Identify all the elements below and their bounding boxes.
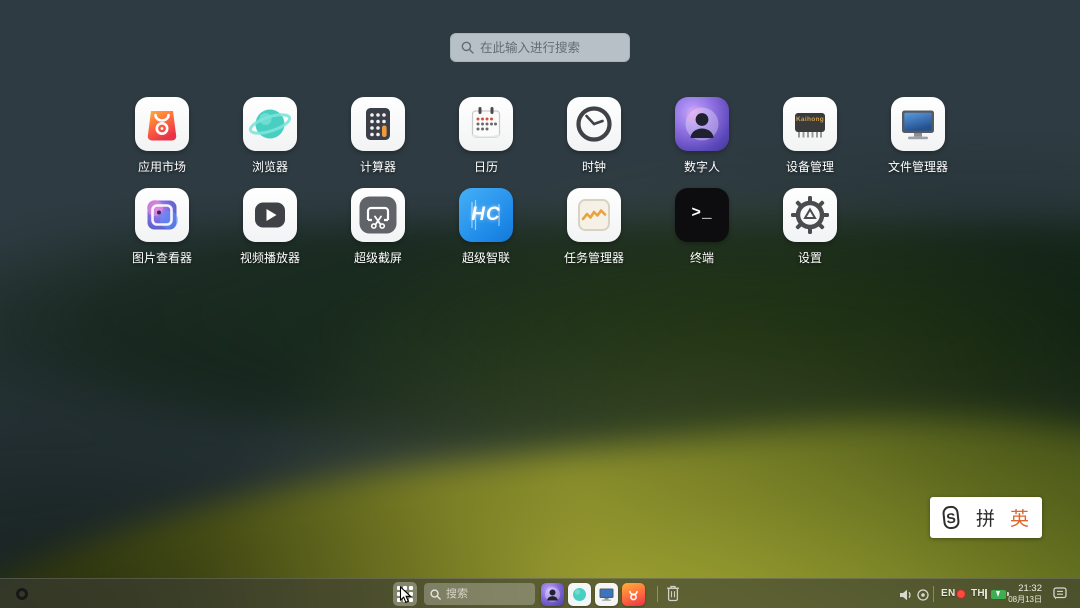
- planet-icon: [243, 97, 297, 151]
- clock-icon: [567, 97, 621, 151]
- app-label: 设置: [798, 249, 822, 266]
- search-icon: [430, 589, 441, 600]
- digital-human-icon[interactable]: [541, 583, 564, 606]
- ime-status-badge[interactable]: S 拼 英: [930, 497, 1042, 538]
- app-label: 超级截屏: [354, 249, 402, 266]
- notification-icon[interactable]: [1053, 587, 1067, 605]
- app-tile-digital-human[interactable]: 数字人: [648, 97, 756, 188]
- search-icon: [461, 41, 474, 54]
- calendar-icon: [459, 97, 513, 151]
- taskbar-search-input[interactable]: [446, 588, 529, 600]
- app-tile-super-connect[interactable]: HC 超级智联: [432, 188, 540, 279]
- taskbar: EN TH 21:32 08月13日: [0, 578, 1080, 608]
- hc-logo-icon: HC: [459, 188, 513, 242]
- app-tile-clock[interactable]: 时钟: [540, 97, 648, 188]
- tray-secondary-indicator[interactable]: TH: [971, 588, 985, 599]
- app-tile-calendar[interactable]: 日历: [432, 97, 540, 188]
- app-label: 应用市场: [138, 158, 186, 175]
- app-grid-row-2: 图片查看器 视频播放器: [108, 188, 972, 279]
- app-label: 设备管理: [786, 158, 834, 175]
- taskbar-divider: [657, 586, 658, 602]
- app-tile-video-player[interactable]: 视频播放器: [216, 188, 324, 279]
- terminal-prompt-glyph: >_: [691, 204, 712, 226]
- record-circle-icon[interactable]: [917, 588, 929, 606]
- app-tile-super-screenshot[interactable]: 超级截屏: [324, 188, 432, 279]
- app-tile-settings[interactable]: 设置: [756, 188, 864, 279]
- app-tile-file-manager[interactable]: 文件管理器: [864, 97, 972, 188]
- app-tile-browser[interactable]: 浏览器: [216, 97, 324, 188]
- clock-widget[interactable]: 21:32 08月13日: [1004, 583, 1042, 605]
- wallpaper-vignette: [0, 0, 1080, 608]
- app-tile-app-market[interactable]: 应用市场: [108, 97, 216, 188]
- tray-secondary-bar: [985, 589, 987, 599]
- app-label: 超级智联: [462, 249, 510, 266]
- charging-bolt-icon: [996, 591, 1000, 597]
- app-tile-image-viewer[interactable]: 图片查看器: [108, 188, 216, 279]
- ime-pinyin-label: 拼: [976, 504, 995, 531]
- recording-indicator-icon[interactable]: [956, 589, 966, 599]
- mouse-cursor: [399, 586, 413, 604]
- app-tile-terminal[interactable]: >_ 终端: [648, 188, 756, 279]
- tray-date: 08月13日: [1004, 594, 1042, 605]
- shopping-bag-icon[interactable]: [622, 583, 645, 606]
- chip-brand-text: Kaihong: [783, 116, 837, 123]
- gear-icon: [783, 188, 837, 242]
- app-label: 文件管理器: [888, 158, 948, 175]
- workspace-circle-icon[interactable]: [16, 588, 28, 600]
- tray-time: 21:32: [1004, 583, 1042, 594]
- app-grid: 应用市场 浏览器: [108, 97, 972, 279]
- app-label: 图片查看器: [132, 249, 192, 266]
- wallpaper: [0, 0, 1080, 608]
- input-language-indicator[interactable]: EN: [941, 588, 956, 599]
- taskbar-search-box[interactable]: [424, 583, 535, 605]
- digital-human-icon: [675, 97, 729, 151]
- app-tile-task-manager[interactable]: 任务管理器: [540, 188, 648, 279]
- trash-icon[interactable]: [666, 585, 680, 607]
- taskbar-pinned-apps: [541, 583, 645, 606]
- screenshot-scissors-icon: [351, 188, 405, 242]
- calculator-icon: [351, 97, 405, 151]
- launcher-search-input[interactable]: [480, 41, 621, 55]
- task-chart-icon: [567, 188, 621, 242]
- shopping-bag-icon: [135, 97, 189, 151]
- app-label: 视频播放器: [240, 249, 300, 266]
- app-label: 计算器: [360, 158, 396, 175]
- launcher-search-box[interactable]: [450, 33, 630, 62]
- play-icon: [243, 188, 297, 242]
- volume-icon[interactable]: [899, 588, 913, 606]
- app-label: 浏览器: [252, 158, 288, 175]
- monitor-icon: [891, 97, 945, 151]
- app-label: 日历: [474, 158, 498, 175]
- planet-icon[interactable]: [568, 583, 591, 606]
- app-tile-device-manager[interactable]: Kaihong 设备管理: [756, 97, 864, 188]
- ime-english-label: 英: [1010, 504, 1029, 531]
- app-label: 数字人: [684, 158, 720, 175]
- monitor-icon[interactable]: [595, 583, 618, 606]
- desktop: 应用市场 浏览器: [0, 0, 1080, 608]
- tray-divider: [933, 586, 934, 602]
- app-grid-row-1: 应用市场 浏览器: [108, 97, 972, 188]
- sogou-logo-icon: S: [942, 505, 960, 530]
- terminal-icon: >_: [675, 188, 729, 242]
- photo-viewer-icon: [135, 188, 189, 242]
- app-tile-calculator[interactable]: 计算器: [324, 97, 432, 188]
- app-label: 时钟: [582, 158, 606, 175]
- chip-icon: Kaihong: [783, 97, 837, 151]
- app-label: 任务管理器: [564, 249, 624, 266]
- app-label: 终端: [690, 249, 714, 266]
